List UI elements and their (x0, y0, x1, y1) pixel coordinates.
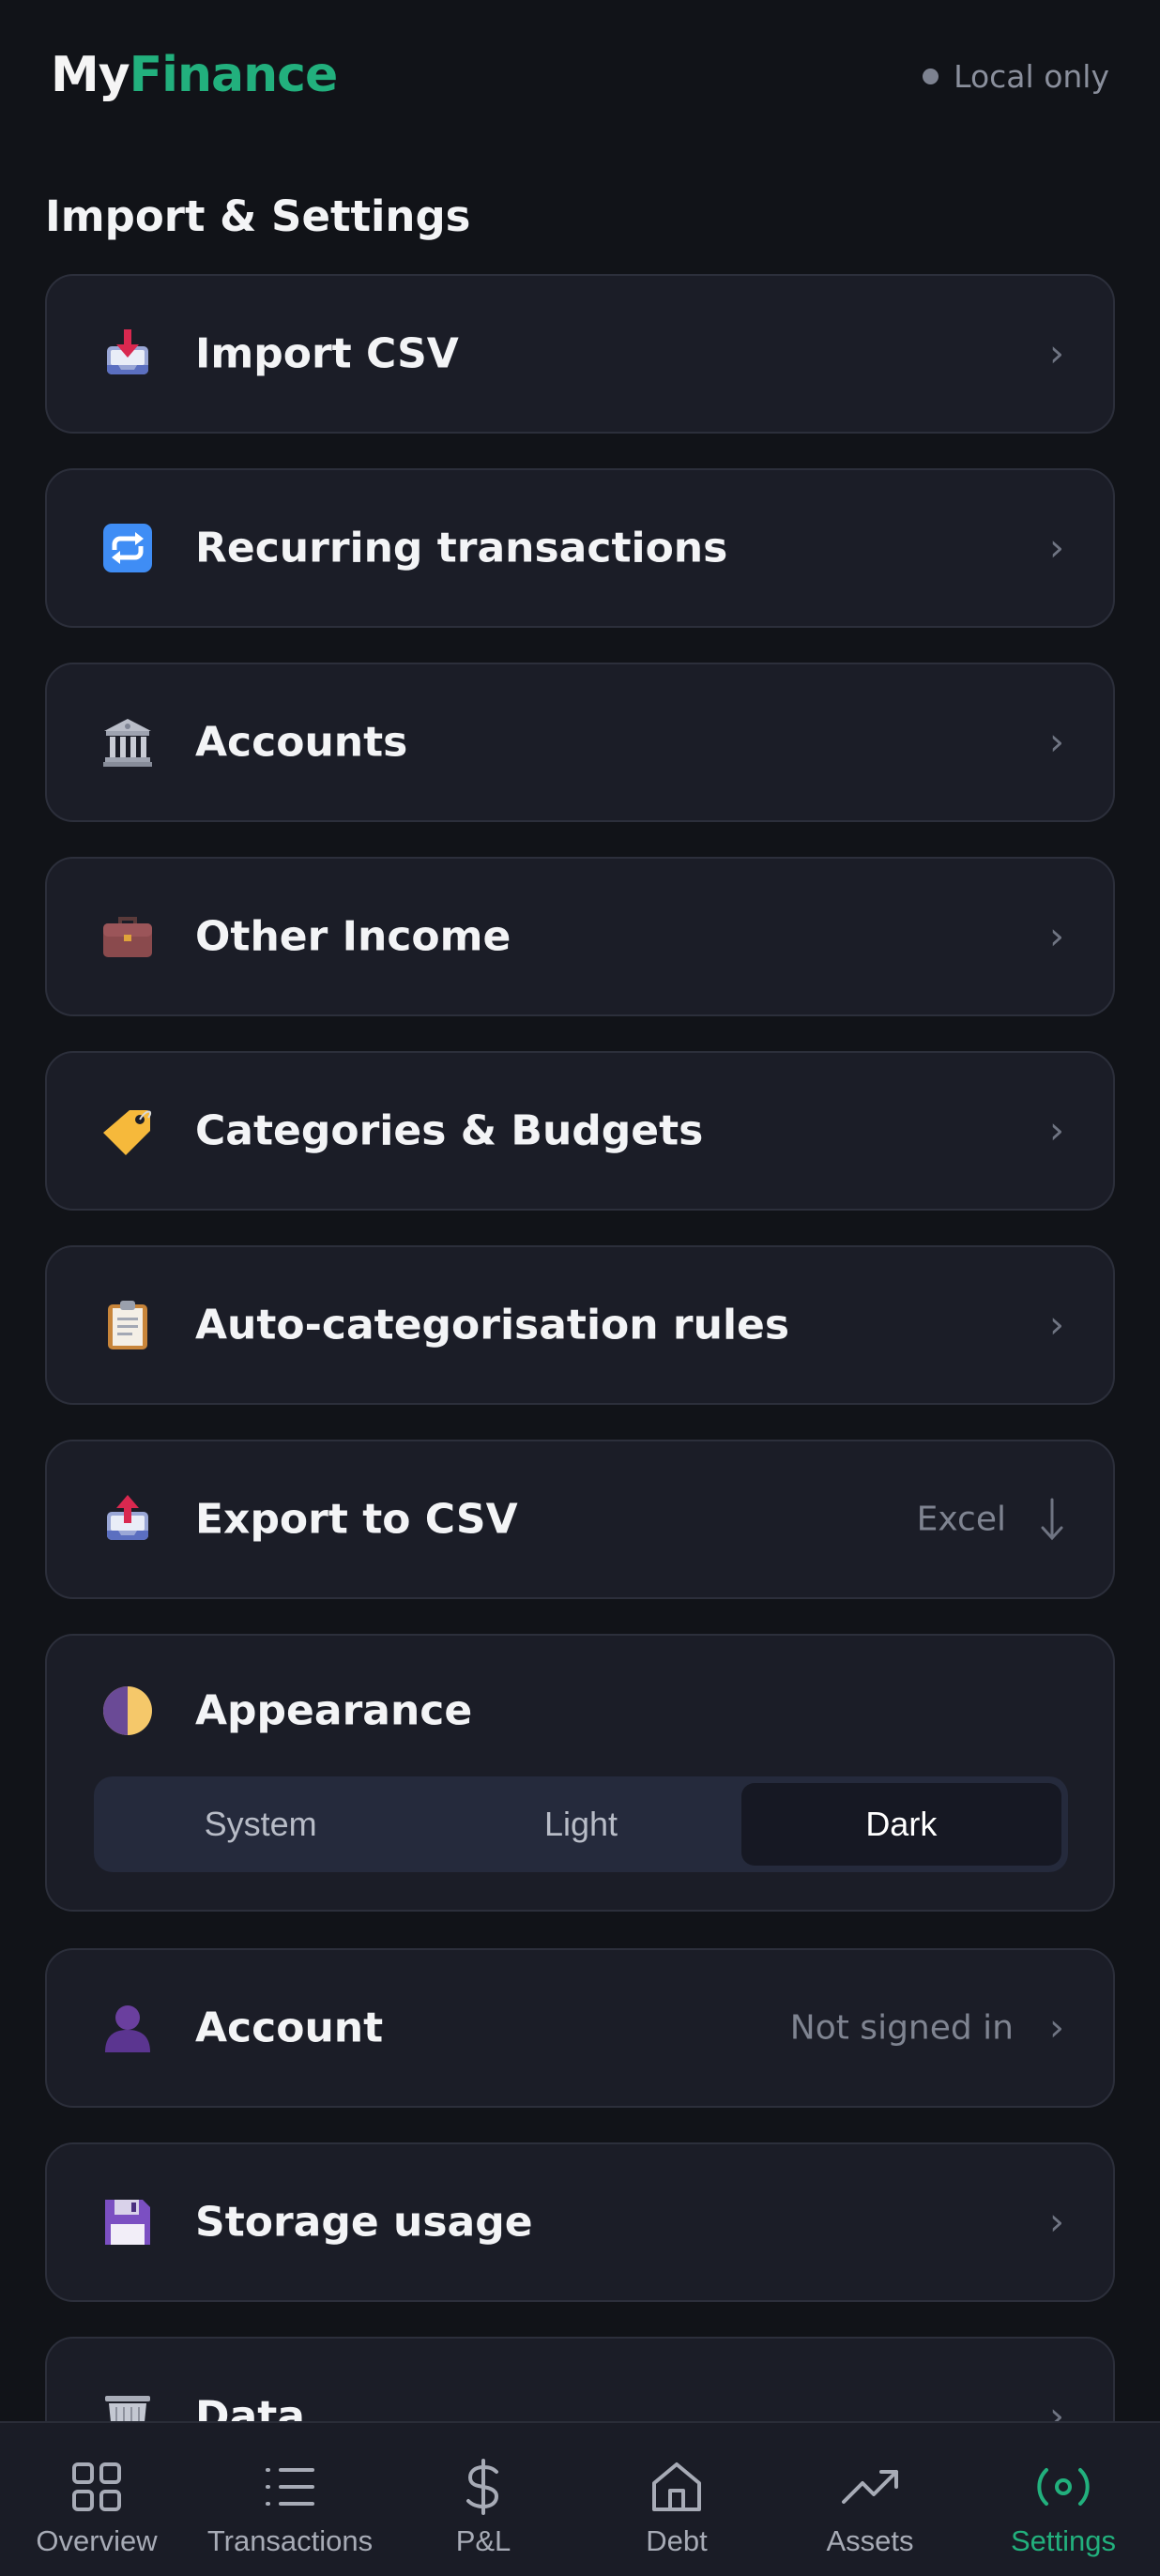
tab-debt-label: Debt (646, 2524, 708, 2557)
theme-segmented-control: System Light Dark (94, 1776, 1068, 1872)
tab-pl-label: P&L (455, 2524, 511, 2557)
storage-status: Local only (923, 58, 1109, 95)
account-row[interactable]: Account Not signed in › (45, 1948, 1115, 2108)
theme-option-light[interactable]: Light (420, 1783, 740, 1866)
appearance-label: Appearance (195, 1686, 473, 1735)
import-csv-label: Import CSV (195, 329, 459, 378)
label-tag-icon (99, 1103, 156, 1159)
other-income-row[interactable]: Other Income › (45, 857, 1115, 1016)
appearance-card: Appearance System Light Dark (45, 1634, 1115, 1912)
app-header: MyFinance Local only (0, 0, 1160, 150)
outbox-tray-icon (99, 1491, 156, 1547)
storage-usage-label: Storage usage (195, 2198, 533, 2247)
tab-overview-label: Overview (36, 2524, 158, 2557)
tab-transactions[interactable]: Transactions (193, 2423, 387, 2576)
chevron-right-icon: › (1049, 721, 1064, 764)
bottom-tab-bar: Overview Transactions P&L Debt Assets Se… (0, 2421, 1160, 2576)
grid-icon (72, 2462, 121, 2511)
account-label: Account (195, 2004, 384, 2052)
home-icon (652, 2462, 701, 2511)
brand-my: My (51, 47, 130, 103)
tab-transactions-label: Transactions (206, 2524, 374, 2557)
tab-assets[interactable]: Assets (773, 2423, 967, 2576)
brand-finance: Finance (129, 47, 339, 103)
tab-assets-label: Assets (826, 2524, 914, 2557)
accounts-label: Accounts (195, 718, 408, 767)
dollar-icon (466, 2459, 499, 2515)
chevron-right-icon: › (1049, 526, 1064, 570)
floppy-disk-icon (99, 2194, 156, 2250)
repeat-icon (99, 520, 156, 576)
accounts-row[interactable]: Accounts › (45, 663, 1115, 822)
bank-icon (99, 714, 156, 770)
tab-debt[interactable]: Debt (580, 2423, 773, 2576)
categories-budgets-label: Categories & Budgets (195, 1106, 704, 1155)
auto-categorisation-rules-label: Auto-categorisation rules (195, 1301, 790, 1349)
wastebasket-icon (99, 2388, 156, 2421)
tab-settings-label: Settings (1010, 2524, 1116, 2557)
tab-settings[interactable]: Settings (967, 2423, 1160, 2576)
recurring-transactions-row[interactable]: Recurring transactions › (45, 468, 1115, 628)
export-csv-label: Export to CSV (195, 1495, 518, 1544)
clipboard-icon (99, 1297, 156, 1353)
half-moon-icon (99, 1683, 156, 1739)
arrow-down-icon (1038, 1496, 1066, 1543)
storage-usage-row[interactable]: Storage usage › (45, 2142, 1115, 2302)
theme-option-system[interactable]: System (100, 1783, 420, 1866)
auto-categorisation-rules-row[interactable]: Auto-categorisation rules › (45, 1245, 1115, 1405)
other-income-label: Other Income (195, 912, 511, 961)
settings-icon (1037, 2468, 1090, 2506)
brand-logo: MyFinance (51, 47, 339, 103)
list-icon (266, 2468, 314, 2506)
status-text: Local only (954, 58, 1109, 95)
page-title: Import & Settings (45, 191, 471, 241)
import-csv-row[interactable]: Import CSV › (45, 274, 1115, 434)
status-dot-icon (923, 69, 939, 84)
theme-option-dark[interactable]: Dark (740, 1783, 1061, 1866)
chevron-right-icon: › (1049, 2006, 1064, 2050)
trending-up-icon (842, 2470, 898, 2504)
sign-in-status: Not signed in (789, 2008, 1014, 2048)
chevron-right-icon: › (1049, 1303, 1064, 1347)
data-label: Data (195, 2392, 305, 2422)
export-format-label: Excel (916, 1500, 1006, 1539)
chevron-right-icon: › (1049, 2395, 1064, 2421)
chevron-right-icon: › (1049, 332, 1064, 375)
settings-scroll-area[interactable]: MyFinance Local only Import & Settings I… (0, 0, 1160, 2421)
chevron-right-icon: › (1049, 915, 1064, 958)
briefcase-icon (99, 908, 156, 965)
export-csv-row[interactable]: Export to CSV Excel (45, 1440, 1115, 1599)
inbox-tray-icon (99, 326, 156, 382)
recurring-transactions-label: Recurring transactions (195, 524, 728, 572)
chevron-right-icon: › (1049, 2201, 1064, 2244)
categories-budgets-row[interactable]: Categories & Budgets › (45, 1051, 1115, 1211)
data-row[interactable]: Data › (45, 2337, 1115, 2421)
tab-overview[interactable]: Overview (0, 2423, 193, 2576)
tab-pl[interactable]: P&L (387, 2423, 580, 2576)
chevron-right-icon: › (1049, 1109, 1064, 1152)
user-silhouette-icon (99, 2000, 156, 2056)
